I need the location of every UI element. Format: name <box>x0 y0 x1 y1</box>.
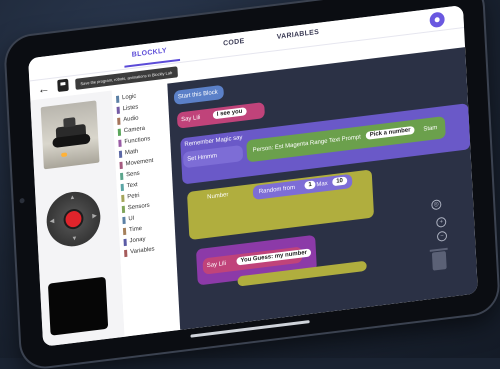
blocks-workspace[interactable]: Start this Block Say Lili I see you Reme… <box>167 47 478 330</box>
category-label: Time <box>128 225 143 234</box>
trash-icon[interactable] <box>431 250 447 271</box>
category-color-swatch <box>118 139 122 148</box>
category-label: Logic <box>121 93 137 102</box>
category-label: Listes <box>122 104 139 113</box>
joystick[interactable]: ▲ ▼ ◀ ▶ <box>45 188 102 250</box>
set-block-label: Set Hmmm <box>187 153 218 163</box>
category-label: Movement <box>125 157 154 168</box>
zoom-in-icon[interactable]: + <box>436 216 447 228</box>
category-color-swatch <box>121 194 125 203</box>
category-label: Text <box>126 182 138 190</box>
category-item[interactable]: Functions <box>118 136 151 148</box>
category-item[interactable]: Time <box>122 225 143 236</box>
start-block-label: Start this Block <box>177 89 218 101</box>
category-label: Variables <box>130 246 155 256</box>
category-color-swatch <box>124 249 128 258</box>
category-item[interactable]: Logic <box>115 93 137 103</box>
say-block-2-label: Say Lili <box>206 260 227 270</box>
category-item[interactable]: Listes <box>116 104 139 115</box>
category-label: UI <box>128 215 135 223</box>
robot-camera-image <box>40 100 100 170</box>
robot-image <box>55 123 87 146</box>
category-color-swatch <box>117 117 121 126</box>
category-item[interactable]: Movement <box>119 157 154 170</box>
category-item[interactable]: Camera <box>117 125 146 137</box>
category-color-swatch <box>115 95 120 103</box>
category-color-swatch <box>117 128 122 137</box>
prompt-value[interactable]: Pick a number <box>365 125 415 140</box>
category-color-swatch <box>122 227 127 236</box>
zoom-out-icon[interactable]: − <box>436 230 448 242</box>
category-label: Camera <box>123 125 146 135</box>
category-color-swatch <box>116 106 120 115</box>
category-label: Math <box>124 148 139 157</box>
category-item[interactable]: Text <box>120 182 138 192</box>
joystick-up-icon: ▲ <box>69 194 76 202</box>
app-screen: BLOCKLY CODE VARIABLES ← Save the progra… <box>28 5 478 347</box>
category-item[interactable]: Audio <box>117 115 139 126</box>
display-pad[interactable] <box>47 276 109 336</box>
random-to-value[interactable]: 10 <box>332 176 348 187</box>
category-item[interactable]: Math <box>118 148 139 159</box>
start-block[interactable]: Start this Block <box>173 84 225 105</box>
robot-led <box>61 152 68 158</box>
category-color-swatch <box>121 205 126 214</box>
run-button[interactable] <box>429 11 445 29</box>
category-label: Petri <box>127 192 140 201</box>
joystick-down-icon: ▼ <box>71 235 78 243</box>
joystick-left-icon: ◀ <box>49 218 55 226</box>
say-block-1-value[interactable]: I see you <box>212 107 247 120</box>
tab-variables[interactable]: VARIABLES <box>277 29 320 41</box>
repeat-block-label: Number <box>207 192 229 201</box>
random-to-label: Max <box>316 180 328 189</box>
category-color-swatch <box>123 238 127 247</box>
robot-panel: ▲ ▼ ◀ ▶ <box>30 90 125 347</box>
tab-code[interactable]: CODE <box>223 38 245 48</box>
category-color-swatch <box>118 150 123 159</box>
category-color-swatch <box>122 216 126 225</box>
category-item[interactable]: Variables <box>124 246 155 258</box>
prompt-tail-label: Stam <box>423 125 438 133</box>
category-item[interactable]: Petri <box>121 192 140 203</box>
random-from-value[interactable]: 1 <box>304 180 316 190</box>
tab-blockly[interactable]: BLOCKLY <box>132 47 167 58</box>
category-label: Sens <box>125 170 140 179</box>
category-label: Audio <box>123 115 139 124</box>
category-item[interactable]: Sensors <box>121 202 150 214</box>
category-label: Sensors <box>127 202 150 212</box>
recenter-icon[interactable]: ◎ <box>431 199 442 211</box>
category-label: Functions <box>124 136 151 146</box>
random-block-label: Random from <box>258 184 296 196</box>
back-arrow-icon[interactable]: ← <box>37 81 50 96</box>
category-color-swatch <box>120 172 124 181</box>
joystick-right-icon: ▶ <box>92 213 98 220</box>
say-block-1-label: Say Lili <box>181 114 201 124</box>
save-icon[interactable] <box>57 78 69 93</box>
tablet-device: BLOCKLY CODE VARIABLES ← Save the progra… <box>5 0 499 369</box>
category-label: Jonay <box>129 236 146 245</box>
say-block-1[interactable]: Say Lili I see you <box>176 101 265 129</box>
joystick-knob[interactable] <box>65 210 82 229</box>
category-item[interactable]: UI <box>122 215 135 225</box>
category-item[interactable]: Jonay <box>123 236 146 247</box>
category-color-swatch <box>120 183 124 192</box>
category-color-swatch <box>119 161 123 170</box>
category-item[interactable]: Sens <box>120 170 140 181</box>
